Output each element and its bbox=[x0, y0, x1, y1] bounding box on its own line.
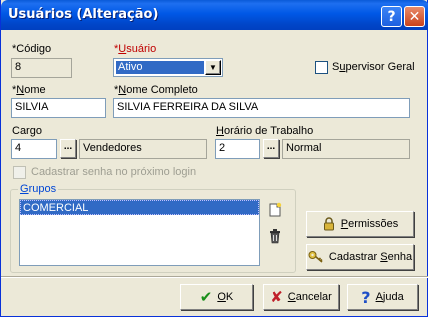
ok-label: OK bbox=[217, 291, 234, 303]
question-icon: ? bbox=[361, 287, 371, 307]
cargo-description-field: Vendedores bbox=[79, 139, 207, 159]
usuario-label: *Usuário bbox=[114, 43, 157, 55]
horario-label: Horário de Trabalho bbox=[216, 125, 314, 137]
cancelar-button[interactable]: ✘ Cancelar bbox=[263, 284, 339, 310]
cargo-browse-button[interactable]: ... bbox=[60, 139, 76, 158]
x-icon: ✘ bbox=[270, 288, 283, 306]
lock-icon bbox=[323, 217, 334, 231]
question-icon: ? bbox=[387, 8, 396, 25]
supervisor-label[interactable]: Supervisor Geral bbox=[332, 61, 415, 73]
list-item[interactable]: COMERCIAL bbox=[20, 200, 259, 215]
cadastrar-senha-button[interactable]: Cadastrar Senha bbox=[306, 244, 414, 270]
cargo-code-field[interactable]: 4 bbox=[11, 139, 57, 159]
nome-completo-label: *Nome Completo bbox=[114, 84, 198, 96]
cargo-label: Cargo bbox=[12, 125, 42, 137]
ajuda-button[interactable]: ? Ajuda bbox=[347, 284, 418, 310]
dialog-window: Usuários (Alteração) ? ✕ *Código 8 *Usuá… bbox=[0, 0, 428, 317]
help-title-button[interactable]: ? bbox=[381, 6, 402, 27]
codigo-label: *Código bbox=[12, 43, 52, 55]
nome-field[interactable]: SILVIA bbox=[11, 98, 106, 118]
key-icon bbox=[308, 251, 323, 263]
grupos-list[interactable]: COMERCIAL bbox=[19, 199, 260, 266]
close-icon: ✕ bbox=[408, 8, 421, 25]
ajuda-label: Ajuda bbox=[375, 291, 404, 303]
close-button[interactable]: ✕ bbox=[404, 6, 425, 27]
nome-completo-field[interactable]: SILVIA FERREIRA DA SILVA bbox=[113, 98, 410, 118]
permissoes-button[interactable]: Permissões bbox=[306, 211, 414, 237]
cancelar-label: Cancelar bbox=[287, 291, 332, 303]
chevron-down-icon[interactable]: ▼ bbox=[205, 60, 221, 75]
usuario-selected-value: Ativo bbox=[116, 61, 204, 74]
nome-label: *Nome bbox=[12, 84, 46, 96]
horario-description-field: Normal bbox=[282, 139, 410, 159]
cadastrar-senha-label: Cadastrar senha no próximo login bbox=[31, 166, 197, 178]
horario-browse-button[interactable]: ... bbox=[263, 139, 279, 158]
grupos-label: Grupos bbox=[18, 183, 59, 195]
supervisor-checkbox[interactable] bbox=[315, 61, 328, 74]
title-bar[interactable]: Usuários (Alteração) ? ✕ bbox=[1, 0, 428, 30]
permissoes-label: Permissões bbox=[340, 218, 399, 230]
check-icon: ✔ bbox=[199, 288, 213, 306]
horario-code-field[interactable]: 2 bbox=[215, 139, 260, 159]
new-document-icon[interactable] bbox=[267, 202, 283, 218]
trash-icon[interactable] bbox=[267, 228, 283, 244]
cadastrar-senha-checkbox bbox=[13, 166, 26, 179]
cadastrar-senha-button-label: Cadastrar Senha bbox=[328, 251, 413, 263]
window-title: Usuários (Alteração) bbox=[8, 7, 159, 22]
codigo-field: 8 bbox=[11, 58, 72, 78]
usuario-select[interactable]: Ativo ▼ bbox=[113, 58, 223, 77]
footer-separator bbox=[1, 276, 428, 278]
ok-button[interactable]: ✔ OK bbox=[180, 284, 253, 310]
